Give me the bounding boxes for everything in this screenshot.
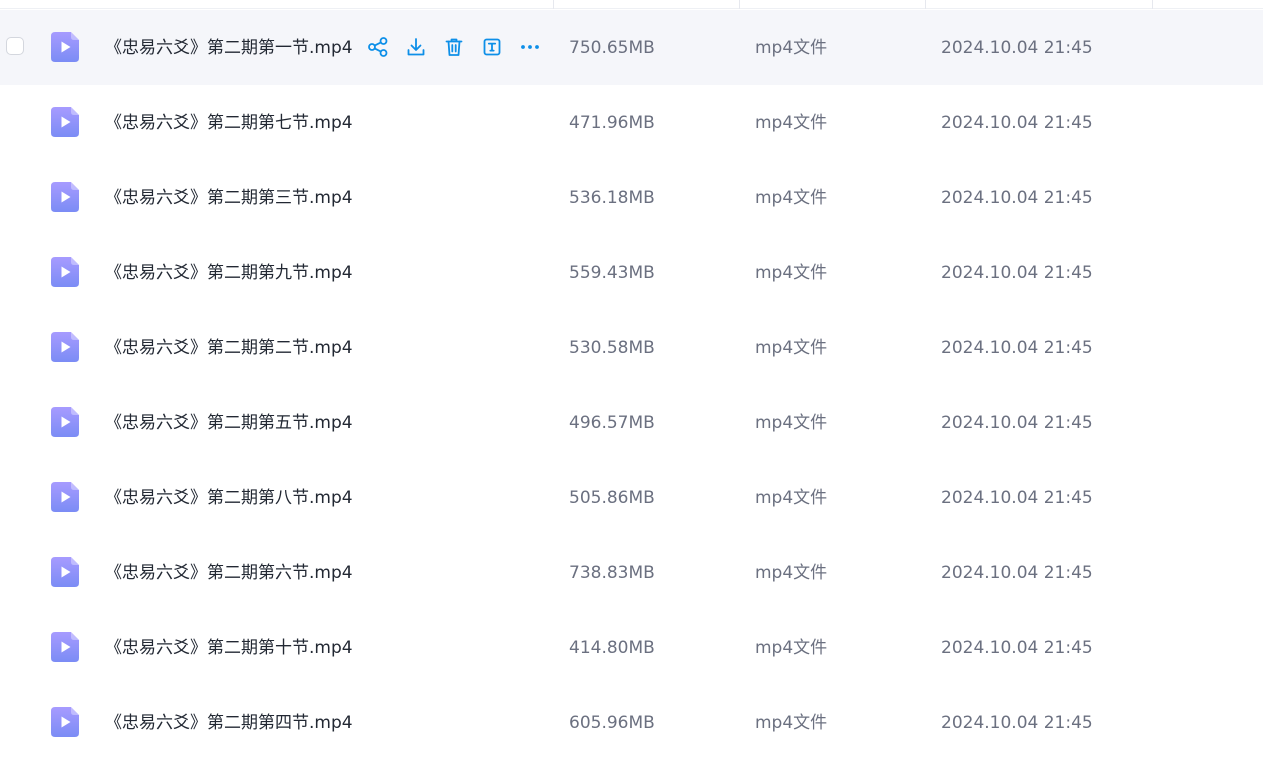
file-row[interactable]: 《忠易六爻》第二期第一节.mp4 750.65MB mp4文件 2024.10.… [0, 10, 1263, 85]
file-size: 605.96MB [569, 713, 655, 733]
file-list: 《忠易六爻》第二期第一节.mp4 750.65MB mp4文件 2024.10.… [0, 10, 1263, 760]
file-size: 505.86MB [569, 488, 655, 508]
file-row[interactable]: 《忠易六爻》第二期第四节.mp4 605.96MB mp4文件 2024.10.… [0, 685, 1263, 760]
column-divider[interactable] [1152, 0, 1153, 9]
more-icon[interactable] [518, 35, 542, 59]
file-row[interactable]: 《忠易六爻》第二期第五节.mp4 496.57MB mp4文件 2024.10.… [0, 385, 1263, 460]
file-size: 559.43MB [569, 263, 655, 283]
file-modified-time: 2024.10.04 21:45 [941, 488, 1093, 508]
video-file-icon [51, 32, 79, 62]
file-size: 536.18MB [569, 188, 655, 208]
file-name[interactable]: 《忠易六爻》第二期第二节.mp4 [105, 336, 359, 360]
share-icon[interactable] [366, 35, 390, 59]
row-select-checkbox[interactable] [6, 37, 24, 55]
file-type: mp4文件 [755, 638, 828, 658]
row-actions [366, 35, 556, 59]
file-type: mp4文件 [755, 338, 828, 358]
file-name[interactable]: 《忠易六爻》第二期第五节.mp4 [105, 411, 359, 435]
delete-icon[interactable] [442, 35, 466, 59]
rename-icon[interactable] [480, 35, 504, 59]
file-row[interactable]: 《忠易六爻》第二期第七节.mp4 471.96MB mp4文件 2024.10.… [0, 85, 1263, 160]
table-header [0, 0, 1263, 9]
file-modified-time: 2024.10.04 21:45 [941, 338, 1093, 358]
video-file-icon [51, 407, 79, 437]
file-type: mp4文件 [755, 713, 828, 733]
file-name[interactable]: 《忠易六爻》第二期第一节.mp4 [105, 36, 359, 60]
file-size: 414.80MB [569, 638, 655, 658]
file-name[interactable]: 《忠易六爻》第二期第九节.mp4 [105, 261, 359, 285]
file-size: 471.96MB [569, 113, 655, 133]
column-divider[interactable] [925, 0, 926, 9]
file-row[interactable]: 《忠易六爻》第二期第十节.mp4 414.80MB mp4文件 2024.10.… [0, 610, 1263, 685]
file-type: mp4文件 [755, 413, 828, 433]
download-icon[interactable] [404, 35, 428, 59]
file-modified-time: 2024.10.04 21:45 [941, 38, 1093, 58]
file-row[interactable]: 《忠易六爻》第二期第八节.mp4 505.86MB mp4文件 2024.10.… [0, 460, 1263, 535]
file-size: 738.83MB [569, 563, 655, 583]
file-type: mp4文件 [755, 488, 828, 508]
file-name[interactable]: 《忠易六爻》第二期第八节.mp4 [105, 486, 359, 510]
file-size: 496.57MB [569, 413, 655, 433]
file-modified-time: 2024.10.04 21:45 [941, 413, 1093, 433]
file-row[interactable]: 《忠易六爻》第二期第三节.mp4 536.18MB mp4文件 2024.10.… [0, 160, 1263, 235]
file-row[interactable]: 《忠易六爻》第二期第六节.mp4 738.83MB mp4文件 2024.10.… [0, 535, 1263, 610]
video-file-icon [51, 482, 79, 512]
file-name[interactable]: 《忠易六爻》第二期第三节.mp4 [105, 186, 359, 210]
file-modified-time: 2024.10.04 21:45 [941, 638, 1093, 658]
file-modified-time: 2024.10.04 21:45 [941, 563, 1093, 583]
file-name[interactable]: 《忠易六爻》第二期第四节.mp4 [105, 711, 359, 735]
file-name[interactable]: 《忠易六爻》第二期第六节.mp4 [105, 561, 359, 585]
file-modified-time: 2024.10.04 21:45 [941, 188, 1093, 208]
file-row[interactable]: 《忠易六爻》第二期第九节.mp4 559.43MB mp4文件 2024.10.… [0, 235, 1263, 310]
file-type: mp4文件 [755, 113, 828, 133]
column-divider[interactable] [739, 0, 740, 9]
video-file-icon [51, 257, 79, 287]
file-type: mp4文件 [755, 563, 828, 583]
file-type: mp4文件 [755, 38, 828, 58]
file-name[interactable]: 《忠易六爻》第二期第七节.mp4 [105, 111, 359, 135]
file-type: mp4文件 [755, 263, 828, 283]
column-divider[interactable] [553, 0, 554, 9]
video-file-icon [51, 182, 79, 212]
video-file-icon [51, 707, 79, 737]
file-size: 530.58MB [569, 338, 655, 358]
file-row[interactable]: 《忠易六爻》第二期第二节.mp4 530.58MB mp4文件 2024.10.… [0, 310, 1263, 385]
video-file-icon [51, 107, 79, 137]
video-file-icon [51, 632, 79, 662]
video-file-icon [51, 332, 79, 362]
file-name[interactable]: 《忠易六爻》第二期第十节.mp4 [105, 636, 359, 660]
file-type: mp4文件 [755, 188, 828, 208]
file-modified-time: 2024.10.04 21:45 [941, 113, 1093, 133]
video-file-icon [51, 557, 79, 587]
file-modified-time: 2024.10.04 21:45 [941, 263, 1093, 283]
file-size: 750.65MB [569, 38, 655, 58]
file-modified-time: 2024.10.04 21:45 [941, 713, 1093, 733]
